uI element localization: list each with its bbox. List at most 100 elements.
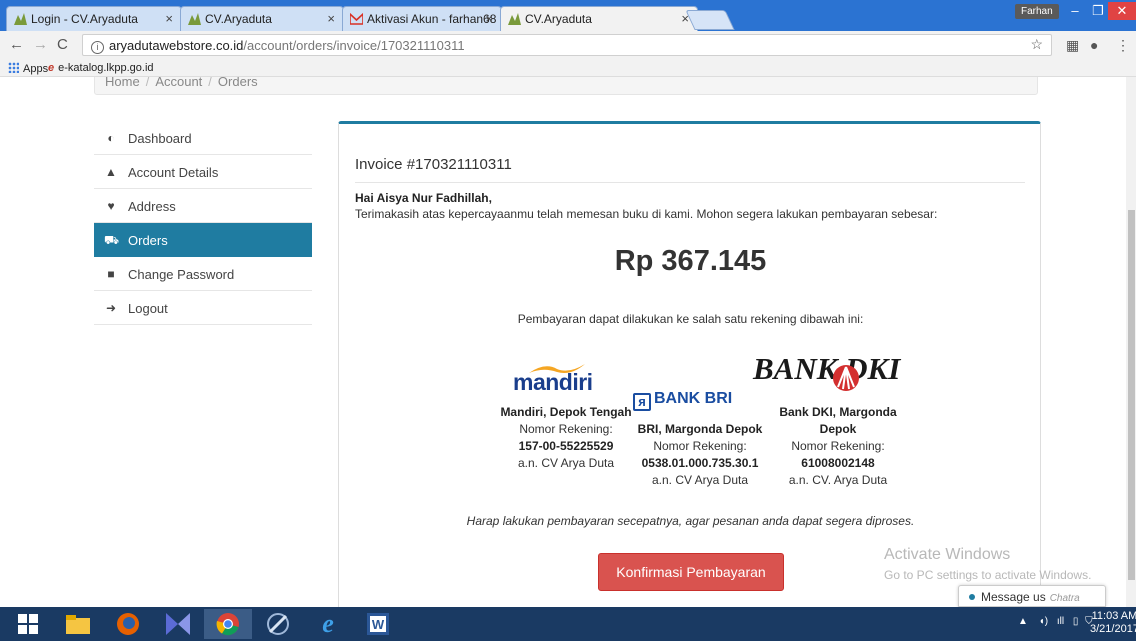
invoice-panel: Invoice #170321110311 Hai Aisya Nur Fadh… <box>338 121 1041 607</box>
extension-icon[interactable]: ● <box>1090 37 1098 53</box>
bank-dki: BANK DKI Bank DKI, Margonda Depok Nomor … <box>753 352 913 489</box>
new-tab-button[interactable] <box>685 10 735 30</box>
taskbar-clock[interactable]: 11:03 AM 3/21/2017 <box>1090 610 1136 636</box>
ie-icon: e <box>322 609 334 638</box>
bookmark-apps[interactable]: Apps <box>8 62 48 75</box>
account-label: Nomor Rekening: <box>791 439 885 453</box>
confirm-payment-button[interactable]: Konfirmasi Pembayaran <box>598 553 784 591</box>
lock-icon: ■ <box>107 267 115 281</box>
browser-tab-strip: Login - CV.Aryaduta × CV.Aryaduta × Akti… <box>0 0 1136 31</box>
tray-expand-icon[interactable]: ▲ <box>1018 616 1028 627</box>
dki-logo: BANK DKI <box>753 352 913 404</box>
volume-icon[interactable]: ◖) <box>1039 616 1048 627</box>
firefox-button[interactable] <box>104 609 152 639</box>
reload-icon[interactable]: C <box>57 36 68 53</box>
payment-note: Pembayaran dapat dilakukan ke salah satu… <box>517 312 864 326</box>
browser-tab-active[interactable]: CV.Aryaduta × <box>500 6 698 31</box>
gmail-icon <box>350 13 363 25</box>
dashboard-icon: ◐ <box>107 131 115 145</box>
media-player-button[interactable] <box>154 609 202 639</box>
site-favicon-icon <box>14 13 27 25</box>
divider <box>355 182 1025 183</box>
window-close-button[interactable]: ✕ <box>1108 2 1136 20</box>
chrome-button[interactable] <box>204 609 252 639</box>
account-number: 61008002148 <box>801 456 875 470</box>
sidebar-item-label: Account Details <box>128 165 219 180</box>
info-icon[interactable]: i <box>91 41 104 54</box>
account-number: 0538.01.000.735.30.1 <box>641 456 759 470</box>
sidebar-item-dashboard[interactable]: ◐ Dashboard <box>94 121 312 155</box>
profile-button[interactable]: Farhan <box>1015 4 1059 19</box>
bookmark-star-icon[interactable]: ☆ <box>1030 36 1043 53</box>
sidebar-item-label: Dashboard <box>128 131 192 146</box>
browser-tab[interactable]: Login - CV.Aryaduta × <box>6 6 182 31</box>
page-viewport: Home / Account / Orders ◐ Dashboard ▲ Accoun… <box>0 77 1126 607</box>
sidebar-item-change-password[interactable]: ■ Change Password <box>94 257 312 291</box>
firefox-icon <box>117 613 139 635</box>
bookmark-label: e-katalog.lkpp.go.id <box>58 62 154 74</box>
sidebar-item-address[interactable]: ♥ Address <box>94 189 312 223</box>
media-icon <box>166 613 190 635</box>
tab-label: CV.Aryaduta <box>525 12 592 26</box>
account-number: 157-00-55225529 <box>518 439 614 453</box>
tab-close-icon[interactable]: × <box>485 11 493 26</box>
dki-logo-text: BANK DKI <box>753 353 900 384</box>
breadcrumb-home[interactable]: Home <box>105 77 140 89</box>
intro-text: Terimakasih atas kepercayaanmu telah mem… <box>355 207 938 221</box>
breadcrumb-orders: Orders <box>217 77 258 89</box>
apps-grid-icon <box>8 62 19 73</box>
greeting: Hai Aisya Nur Fadhillah, <box>355 191 492 205</box>
folder-icon <box>66 615 90 634</box>
account-sidebar: ◐ Dashboard ▲ Account Details ♥ Address … <box>94 121 312 325</box>
svg-text:W: W <box>372 617 385 632</box>
url-path: /account/orders/invoice/170321110311 <box>243 38 465 53</box>
file-explorer-button[interactable] <box>54 609 102 639</box>
chat-widget[interactable]: Message us Chatra <box>958 585 1106 607</box>
minimize-button[interactable]: – <box>1065 2 1085 20</box>
ie-icon: e <box>48 62 55 74</box>
account-label: Nomor Rekening: <box>653 439 747 453</box>
sidebar-item-logout[interactable]: ➜ Logout <box>94 291 312 325</box>
word-icon: W <box>367 613 389 635</box>
bookmark-ekatalog[interactable]: e e-katalog.lkpp.go.id <box>48 62 154 74</box>
sidebar-item-account-details[interactable]: ▲ Account Details <box>94 155 312 189</box>
dki-logo-label: BANK DKI <box>753 351 901 386</box>
account-holder: a.n. CV Arya Duta <box>517 456 615 470</box>
chat-label: Message us <box>981 590 1046 604</box>
closing-note: Harap lakukan pembayaran secepatnya, aga… <box>466 514 915 528</box>
tab-label: Aktivasi Akun - farhan68 <box>367 12 497 26</box>
sidebar-item-orders[interactable]: ⛟ Orders <box>94 223 312 257</box>
cart-icon: ⛟ <box>104 233 120 247</box>
battery-icon[interactable]: ▯ <box>1073 616 1079 627</box>
tab-label: CV.Aryaduta <box>205 12 272 26</box>
map-marker-icon: ♥ <box>107 199 115 213</box>
network-icon[interactable]: ıll <box>1057 616 1064 627</box>
word-button[interactable]: W <box>354 609 402 639</box>
system-tray[interactable]: ▲ ◖) ıll ▯ ⛉ <box>1018 616 1093 627</box>
logout-icon: ➜ <box>105 301 117 315</box>
browser-tab[interactable]: Aktivasi Akun - farhan68 × <box>342 6 502 31</box>
bank-name: BRI, Margonda Depok <box>637 422 763 436</box>
tab-label: Login - CV.Aryaduta <box>31 12 138 26</box>
bank-name: Bank DKI, Margonda Depok <box>779 405 897 436</box>
windows-taskbar: e W ▲ ◖) ıll ▯ ⛉ 11:03 AM 3/21/2017 <box>0 607 1136 641</box>
menu-icon[interactable]: ⋮ <box>1116 37 1130 54</box>
extension-icon[interactable]: ▦ <box>1066 37 1079 54</box>
browser-toolbar: ← → C i aryadutawebstore.co.id/account/or… <box>0 31 1136 59</box>
tab-close-icon[interactable]: × <box>165 11 173 26</box>
tab-close-icon[interactable]: × <box>327 11 335 26</box>
account-label: Nomor Rekening: <box>519 422 613 436</box>
activate-windows-title: Activate Windows <box>884 546 1011 563</box>
back-arrow-icon[interactable]: ← <box>9 36 24 53</box>
browser-tab[interactable]: CV.Aryaduta × <box>180 6 344 31</box>
satellite-app-button[interactable] <box>254 609 302 639</box>
url-domain: aryadutawebstore.co.id <box>109 38 244 53</box>
scrollbar-thumb[interactable] <box>1128 210 1135 580</box>
sidebar-item-label: Logout <box>128 301 168 316</box>
forward-arrow-icon[interactable]: → <box>33 36 48 53</box>
address-bar[interactable]: i aryadutawebstore.co.id/account/orders/i… <box>82 34 1052 56</box>
internet-explorer-button[interactable]: e <box>304 609 352 639</box>
start-button[interactable] <box>4 609 52 639</box>
maximize-button[interactable]: ❐ <box>1088 2 1108 20</box>
breadcrumb-account[interactable]: Account <box>155 77 202 89</box>
